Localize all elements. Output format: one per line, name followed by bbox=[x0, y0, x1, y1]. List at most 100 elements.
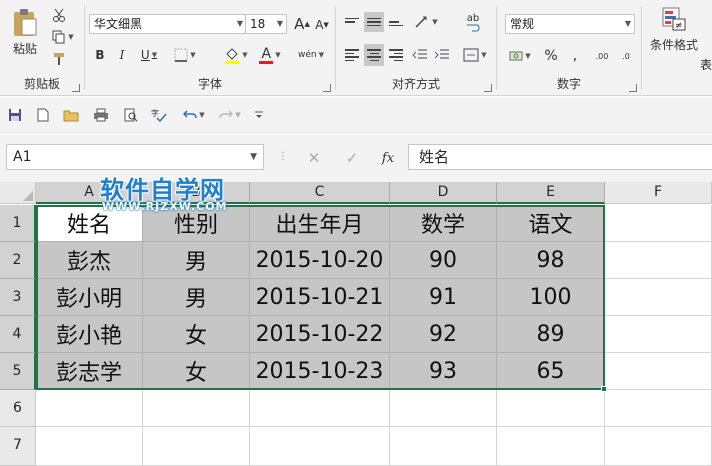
cell-c7[interactable] bbox=[250, 427, 390, 466]
decrease-decimal-button[interactable]: .0 bbox=[615, 46, 637, 66]
preview-icon[interactable] bbox=[122, 107, 140, 123]
insert-function-button[interactable]: fx bbox=[376, 148, 400, 168]
cell-f1[interactable] bbox=[605, 205, 712, 242]
worksheet-grid[interactable]: A B C D E F 1 2 3 4 5 6 7 姓名 性别 出生年月 数学 … bbox=[0, 182, 712, 466]
cell-d1[interactable]: 数学 bbox=[390, 205, 497, 242]
increase-indent-button[interactable] bbox=[432, 44, 452, 66]
cell-a5[interactable]: 彭志学 bbox=[36, 353, 143, 390]
cell-e6[interactable] bbox=[497, 390, 605, 427]
number-launcher-icon[interactable] bbox=[629, 84, 637, 92]
font-size-select[interactable]: 18 ▼ bbox=[245, 14, 287, 34]
cell-b2[interactable]: 男 bbox=[143, 242, 250, 279]
middle-align-button[interactable] bbox=[364, 12, 384, 32]
cancel-entry-icon[interactable]: ✕ bbox=[302, 148, 326, 168]
phonetic-button[interactable]: wén ▼ bbox=[295, 44, 327, 66]
save-icon[interactable] bbox=[6, 107, 24, 123]
cell-f6[interactable] bbox=[605, 390, 712, 427]
font-name-select[interactable]: 华文细黑 ▼ bbox=[89, 14, 247, 34]
cell-f3[interactable] bbox=[605, 279, 712, 316]
font-color-button[interactable]: A ▼ bbox=[255, 44, 285, 66]
cell-d5[interactable]: 93 bbox=[390, 353, 497, 390]
comma-button[interactable]: , bbox=[565, 46, 585, 66]
table-format-label[interactable]: 表 bbox=[700, 56, 712, 73]
conditional-formatting-button[interactable]: ≠ 条件格式 bbox=[646, 6, 702, 64]
number-format-select[interactable]: 常规 ▼ bbox=[505, 14, 635, 34]
cell-f5[interactable] bbox=[605, 353, 712, 390]
column-header-e[interactable]: E bbox=[497, 182, 605, 204]
cell-e2[interactable]: 98 bbox=[497, 242, 605, 279]
format-painter-icon[interactable] bbox=[50, 50, 68, 68]
row-header-7[interactable]: 7 bbox=[0, 427, 36, 466]
open-folder-icon[interactable] bbox=[62, 107, 80, 123]
cell-b6[interactable] bbox=[143, 390, 250, 427]
cell-a1[interactable]: 姓名 bbox=[36, 205, 143, 242]
cell-a6[interactable] bbox=[36, 390, 143, 427]
align-right-button[interactable] bbox=[386, 44, 406, 66]
select-all-button[interactable] bbox=[0, 182, 36, 204]
bottom-align-button[interactable] bbox=[386, 12, 406, 32]
cell-f2[interactable] bbox=[605, 242, 712, 279]
cell-c3[interactable]: 2015-10-21 bbox=[250, 279, 390, 316]
cell-e7[interactable] bbox=[497, 427, 605, 466]
column-header-f[interactable]: F bbox=[605, 182, 712, 204]
customize-qat-icon[interactable] bbox=[252, 107, 266, 123]
merge-center-button[interactable]: ▼ bbox=[460, 44, 490, 66]
column-header-c[interactable]: C bbox=[250, 182, 390, 204]
cell-c1[interactable]: 出生年月 bbox=[250, 205, 390, 242]
top-align-button[interactable] bbox=[342, 12, 362, 32]
row-header-2[interactable]: 2 bbox=[0, 242, 36, 279]
underline-button[interactable]: U ▼ bbox=[135, 46, 163, 64]
cell-a7[interactable] bbox=[36, 427, 143, 466]
cut-icon[interactable] bbox=[50, 6, 68, 24]
increase-decimal-button[interactable]: .00 bbox=[591, 46, 613, 66]
row-header-6[interactable]: 6 bbox=[0, 390, 36, 427]
paste-button[interactable]: 粘贴 bbox=[6, 4, 44, 60]
print-preview-icon[interactable] bbox=[92, 107, 110, 123]
cell-d6[interactable] bbox=[390, 390, 497, 427]
cell-e5[interactable]: 65 bbox=[497, 353, 605, 390]
cell-d7[interactable] bbox=[390, 427, 497, 466]
column-header-d[interactable]: D bbox=[390, 182, 497, 204]
row-header-4[interactable]: 4 bbox=[0, 316, 36, 353]
confirm-entry-icon[interactable]: ✓ bbox=[340, 148, 364, 168]
decrease-indent-button[interactable] bbox=[410, 44, 430, 66]
cell-c6[interactable] bbox=[250, 390, 390, 427]
cell-a2[interactable]: 彭杰 bbox=[36, 242, 143, 279]
percent-button[interactable]: % bbox=[541, 46, 561, 66]
fill-color-button[interactable]: ▼ bbox=[221, 44, 251, 66]
cell-e4[interactable]: 89 bbox=[497, 316, 605, 353]
cell-b1[interactable]: 性别 bbox=[143, 205, 250, 242]
spelling-icon[interactable]: 字 bbox=[150, 107, 168, 123]
formula-bar-grip-icon[interactable]: ⋮ bbox=[278, 148, 288, 166]
accounting-format-button[interactable]: ▼ bbox=[505, 46, 535, 66]
row-header-5[interactable]: 5 bbox=[0, 353, 36, 390]
column-header-a[interactable]: A bbox=[36, 182, 143, 204]
italic-button[interactable]: I bbox=[113, 46, 131, 64]
cell-b5[interactable]: 女 bbox=[143, 353, 250, 390]
redo-button[interactable]: ▼ bbox=[216, 107, 244, 123]
cell-f7[interactable] bbox=[605, 427, 712, 466]
grow-font-button[interactable]: A ▲ bbox=[293, 14, 311, 34]
orientation-button[interactable]: ▼ bbox=[412, 12, 440, 32]
align-center-button[interactable] bbox=[364, 44, 384, 66]
wrap-text-button[interactable]: ab bbox=[460, 10, 486, 34]
cell-b3[interactable]: 男 bbox=[143, 279, 250, 316]
bold-button[interactable]: B bbox=[91, 46, 109, 64]
cell-c2[interactable]: 2015-10-20 bbox=[250, 242, 390, 279]
borders-button[interactable]: ▼ bbox=[171, 46, 199, 64]
cell-c5[interactable]: 2015-10-23 bbox=[250, 353, 390, 390]
alignment-launcher-icon[interactable] bbox=[484, 84, 492, 92]
cell-d4[interactable]: 92 bbox=[390, 316, 497, 353]
column-header-b[interactable]: B bbox=[143, 182, 250, 204]
align-left-button[interactable] bbox=[342, 44, 362, 66]
cell-c4[interactable]: 2015-10-22 bbox=[250, 316, 390, 353]
shrink-font-button[interactable]: A ▼ bbox=[313, 16, 331, 34]
cell-b4[interactable]: 女 bbox=[143, 316, 250, 353]
copy-icon[interactable]: ▼ bbox=[50, 28, 76, 46]
cell-d2[interactable]: 90 bbox=[390, 242, 497, 279]
fill-handle[interactable] bbox=[601, 386, 607, 392]
name-box[interactable]: A1 ▼ bbox=[6, 144, 264, 170]
row-header-1[interactable]: 1 bbox=[0, 205, 36, 242]
cell-a4[interactable]: 彭小艳 bbox=[36, 316, 143, 353]
cell-d3[interactable]: 91 bbox=[390, 279, 497, 316]
